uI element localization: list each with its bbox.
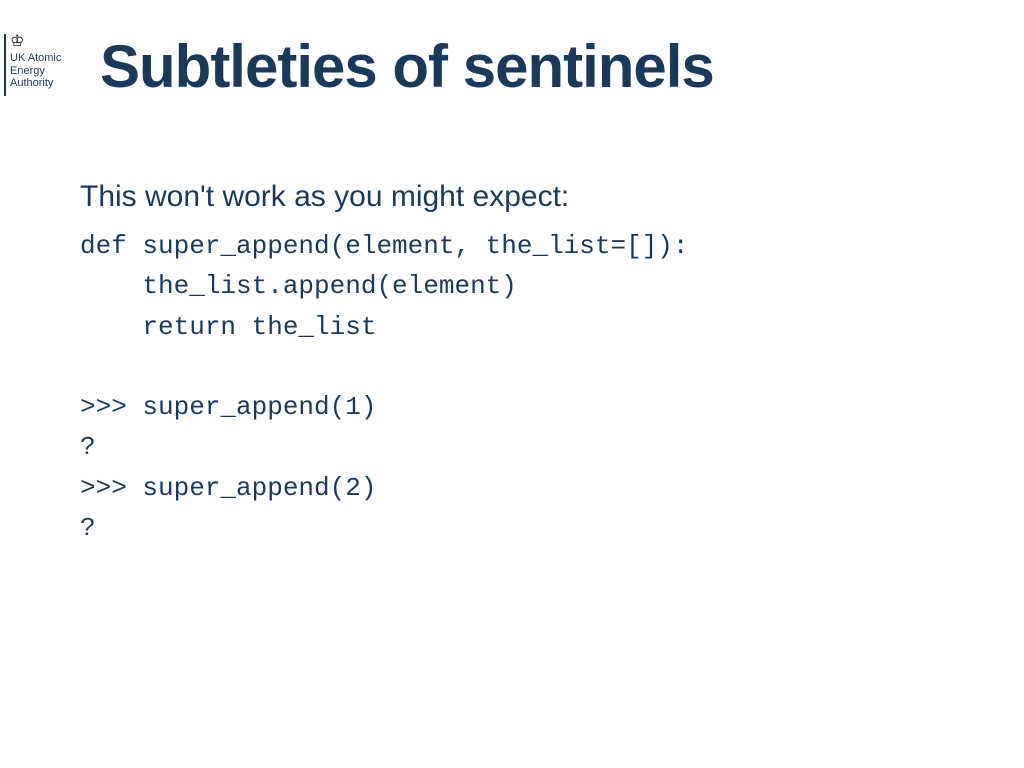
logo-line-3: Authority [10,77,53,89]
logo-line-1: UK Atomic [10,52,61,64]
intro-text: This won't work as you might expect: [80,180,964,214]
crown-icon: ♔ [10,34,61,50]
slide-body: This won't work as you might expect: def… [80,180,964,548]
logo-org-name: UK Atomic Energy Authority [10,52,61,90]
logo-divider-bar [4,34,6,96]
slide-title: Subtleties of sentinels [100,32,984,101]
logo-line-2: Energy [10,65,45,77]
logo-content: ♔ UK Atomic Energy Authority [10,34,61,90]
ukaea-logo: ♔ UK Atomic Energy Authority [4,34,61,96]
slide: ♔ UK Atomic Energy Authority Subtleties … [0,0,1024,768]
code-block: def super_append(element, the_list=[]): … [80,226,964,548]
